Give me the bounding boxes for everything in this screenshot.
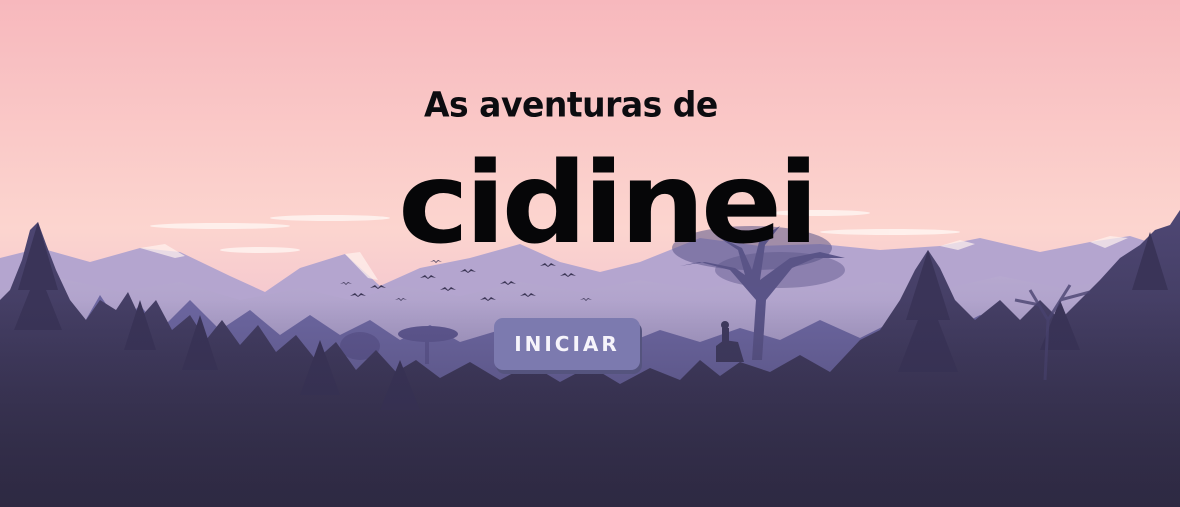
game-subtitle: As aventuras de xyxy=(424,84,718,125)
title-screen: As aventuras de cidinei INICIAR xyxy=(0,0,1180,507)
start-button[interactable]: INICIAR xyxy=(494,318,640,370)
title-block: As aventuras de cidinei INICIAR xyxy=(0,0,1180,507)
game-title: cidinei xyxy=(398,139,819,269)
